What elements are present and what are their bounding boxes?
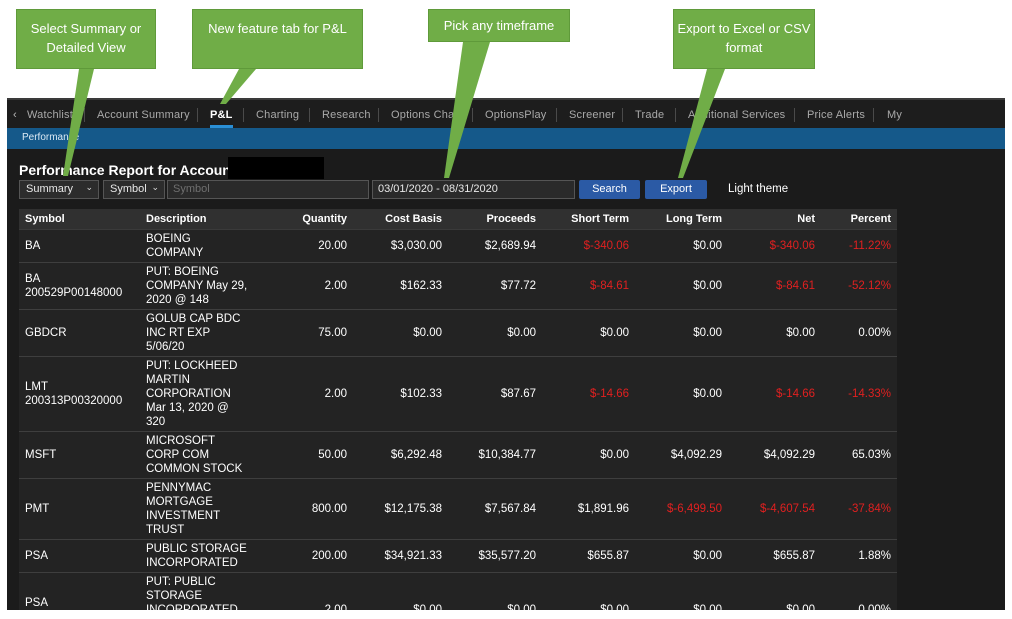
arrow-timeframe xyxy=(444,42,490,178)
arrow-view xyxy=(63,69,94,176)
arrow-export xyxy=(678,69,725,178)
callout-arrows xyxy=(63,42,725,178)
arrow-pnl xyxy=(220,69,256,104)
